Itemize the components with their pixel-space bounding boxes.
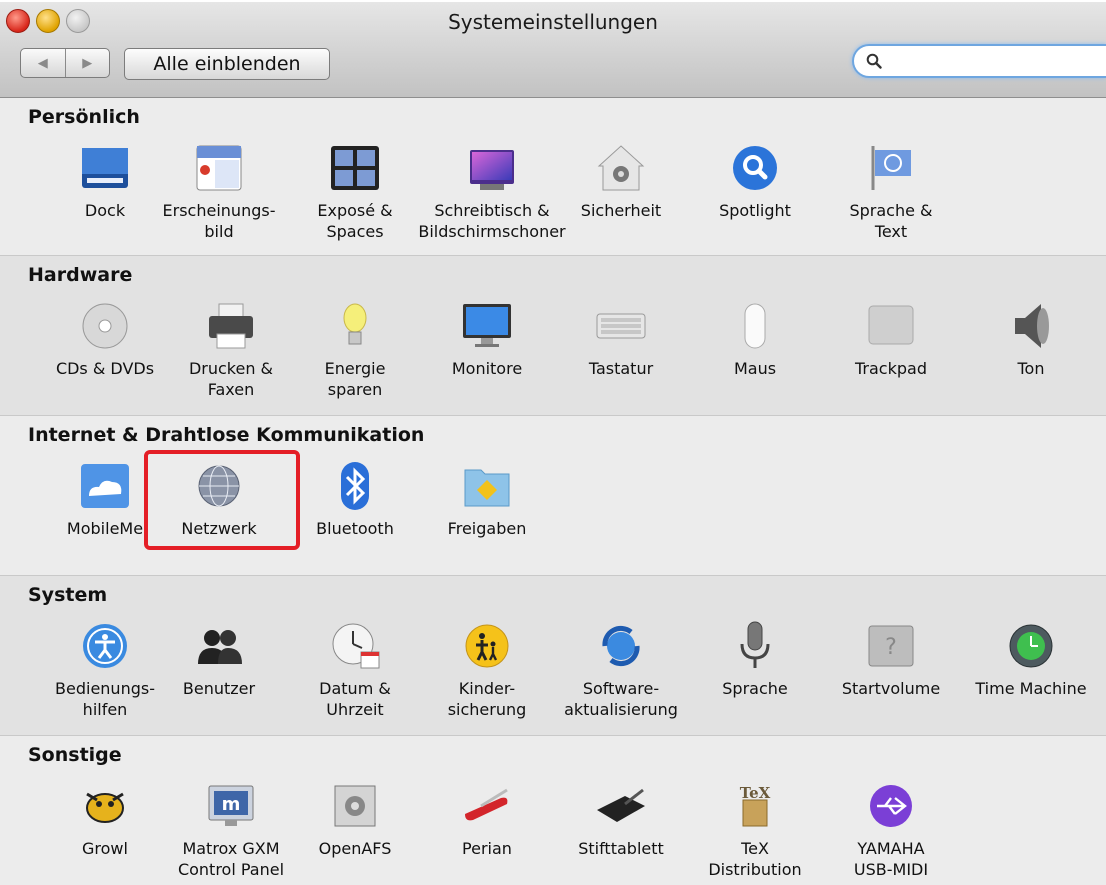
search-input[interactable] bbox=[888, 51, 1098, 71]
system-preferences-window: Systemeinstellungen ◀ ▶ Alle einblenden … bbox=[0, 2, 1106, 885]
bluetooth-icon bbox=[329, 460, 381, 512]
toolbar: Systemeinstellungen ◀ ▶ Alle einblenden bbox=[0, 2, 1106, 98]
section-title: Hardware bbox=[28, 264, 133, 286]
section-title: System bbox=[28, 584, 108, 606]
svg-text:TeX: TeX bbox=[740, 784, 771, 802]
pref-date-time[interactable]: Datum & Uhrzeit bbox=[280, 620, 430, 720]
pref-displays[interactable]: Monitore bbox=[412, 300, 562, 379]
openafs-icon bbox=[329, 780, 381, 832]
pref-language-text[interactable]: Sprache & Text bbox=[816, 142, 966, 242]
pref-yamaha-usb-midi[interactable]: YAMAHA USB-MIDI bbox=[816, 780, 966, 880]
pref-perian[interactable]: Perian bbox=[412, 780, 562, 859]
section-title: Internet & Drahtlose Kommunikation bbox=[28, 424, 425, 446]
printer-icon bbox=[205, 300, 257, 352]
forward-button[interactable]: ▶ bbox=[64, 49, 110, 77]
software-update-icon bbox=[595, 620, 647, 672]
microphone-icon bbox=[729, 620, 781, 672]
pref-tablet[interactable]: Stifttablett bbox=[546, 780, 696, 859]
time-machine-icon bbox=[1005, 620, 1057, 672]
sharing-folder-icon bbox=[461, 460, 513, 512]
section-other: Sonstige Growl m Matrox GXM Control Pane… bbox=[0, 736, 1106, 885]
pref-bluetooth[interactable]: Bluetooth bbox=[280, 460, 430, 539]
users-icon bbox=[193, 620, 245, 672]
search-field[interactable] bbox=[852, 44, 1106, 78]
spotlight-icon bbox=[729, 142, 781, 194]
usb-midi-icon bbox=[865, 780, 917, 832]
search-icon bbox=[866, 53, 882, 69]
pref-keyboard[interactable]: Tastatur bbox=[546, 300, 696, 379]
pref-security[interactable]: Sicherheit bbox=[546, 142, 696, 221]
tablet-icon bbox=[595, 780, 647, 832]
pref-startup-disk[interactable]: ? Startvolume bbox=[816, 620, 966, 699]
pref-parental-controls[interactable]: Kinder- sicherung bbox=[412, 620, 562, 720]
pref-speech[interactable]: Sprache bbox=[680, 620, 830, 699]
monitor-icon bbox=[461, 300, 513, 352]
svg-text:m: m bbox=[222, 794, 241, 815]
desktop-icon bbox=[466, 142, 518, 194]
dock-icon bbox=[79, 142, 131, 194]
pref-spotlight[interactable]: Spotlight bbox=[680, 142, 830, 221]
show-all-button[interactable]: Alle einblenden bbox=[124, 48, 330, 80]
svg-text:?: ? bbox=[885, 635, 897, 660]
pref-energy-saver[interactable]: Energie sparen bbox=[280, 300, 430, 400]
pref-mouse[interactable]: Maus bbox=[680, 300, 830, 379]
pref-accounts[interactable]: Benutzer bbox=[144, 620, 294, 699]
section-hardware: Hardware CDs & DVDs Drucken & Faxen Ener… bbox=[0, 256, 1106, 416]
matrox-icon: m bbox=[205, 780, 257, 832]
accessibility-icon bbox=[79, 620, 131, 672]
trackpad-icon bbox=[865, 300, 917, 352]
back-forward-control: ◀ ▶ bbox=[20, 48, 110, 78]
lightbulb-icon bbox=[329, 300, 381, 352]
section-title: Persönlich bbox=[28, 106, 140, 128]
section-title: Sonstige bbox=[28, 744, 122, 766]
section-system: System Bedienungs- hilfen Benutzer Datum… bbox=[0, 576, 1106, 736]
parental-controls-icon bbox=[461, 620, 513, 672]
pref-trackpad[interactable]: Trackpad bbox=[816, 300, 966, 379]
expose-icon bbox=[329, 142, 381, 194]
speaker-icon bbox=[1005, 300, 1057, 352]
growl-icon bbox=[79, 780, 131, 832]
pref-time-machine[interactable]: Time Machine bbox=[956, 620, 1106, 699]
window-title: Systemeinstellungen bbox=[448, 10, 658, 34]
pref-sharing[interactable]: Freigaben bbox=[412, 460, 562, 539]
mouse-icon bbox=[729, 300, 781, 352]
tex-icon: TeX bbox=[729, 780, 781, 832]
network-highlight-box bbox=[144, 450, 300, 550]
section-personal: Persönlich Dock Erscheinungs- bild Expos… bbox=[0, 98, 1106, 256]
pref-appearance[interactable]: Erscheinungs- bild bbox=[144, 142, 294, 242]
pref-openafs[interactable]: OpenAFS bbox=[280, 780, 430, 859]
pref-expose-spaces[interactable]: Exposé & Spaces bbox=[280, 142, 430, 242]
appearance-icon bbox=[193, 142, 245, 194]
pref-sound[interactable]: Ton bbox=[956, 300, 1106, 379]
pref-software-update[interactable]: Software- aktualisierung bbox=[546, 620, 696, 720]
swiss-knife-icon bbox=[461, 780, 513, 832]
hard-disk-icon: ? bbox=[865, 620, 917, 672]
un-flag-icon bbox=[865, 142, 917, 194]
security-icon bbox=[595, 142, 647, 194]
cloud-icon bbox=[79, 460, 131, 512]
clock-icon bbox=[329, 620, 381, 672]
cd-icon bbox=[79, 300, 131, 352]
pref-tex-distribution[interactable]: TeX TeX Distribution bbox=[680, 780, 830, 880]
keyboard-icon bbox=[595, 300, 647, 352]
back-button[interactable]: ◀ bbox=[21, 49, 65, 77]
